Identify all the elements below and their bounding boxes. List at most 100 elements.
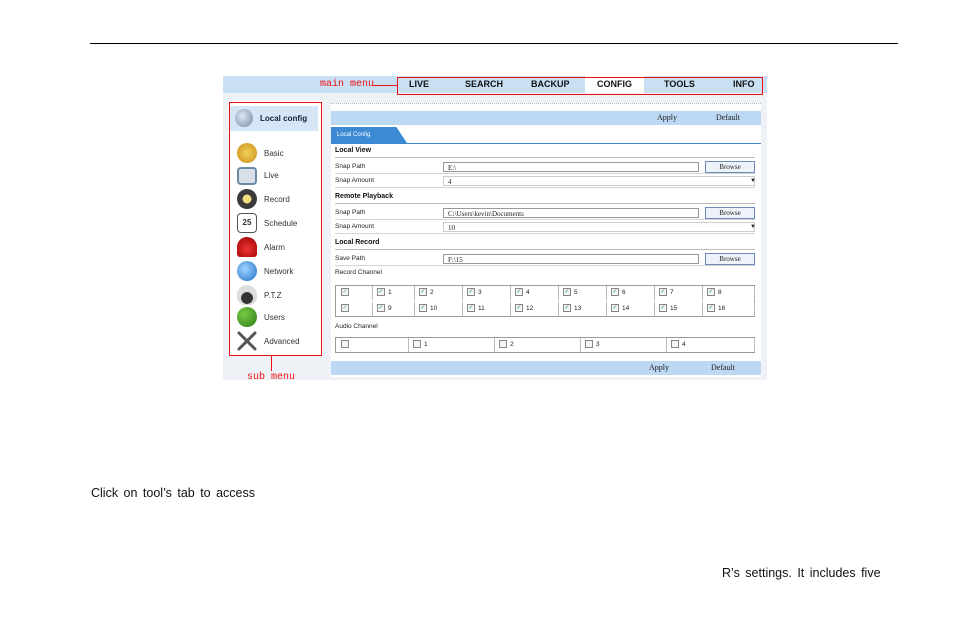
channel-checkbox[interactable] (336, 338, 409, 352)
checkbox-checked-icon[interactable]: ✓ (707, 304, 715, 313)
chevron-down-icon[interactable]: ▼ (750, 175, 756, 187)
checkbox-checked-icon[interactable]: ✓ (659, 288, 667, 297)
bottom-action-bar: Apply Default (331, 361, 761, 375)
browse-button[interactable]: Browse (705, 207, 755, 219)
field-label: Save Path (335, 255, 365, 262)
channel-checkbox[interactable]: ✓ 8 (702, 286, 755, 300)
dvr-config-screenshot: LIVE SEARCH BACKUP CONFIG TOOLS INFO Loc… (223, 76, 767, 380)
channel-label: 1 (424, 341, 428, 348)
save-path-input[interactable]: F:\15 (443, 254, 699, 264)
remote-snap-path-input[interactable]: C:\Users\kevin\Documents (443, 208, 699, 218)
channel-label: 1 (388, 289, 392, 296)
panel-divider (331, 103, 761, 104)
checkbox-checked-icon[interactable]: ✓ (707, 288, 715, 297)
channel-checkbox[interactable]: ✓ (336, 286, 373, 300)
checkbox-checked-icon[interactable]: ✓ (341, 304, 349, 313)
config-panel: Apply Default Local Config Local View Sn… (331, 103, 761, 377)
channel-label: 4 (526, 289, 530, 296)
apply-button[interactable]: Apply (649, 363, 669, 372)
channel-checkbox[interactable]: ✓ 2 (414, 286, 463, 300)
remote-snap-amount-select[interactable]: 10 (443, 222, 755, 232)
sub-menu-callout-line (271, 355, 272, 371)
top-action-bar: Apply Default (331, 111, 761, 125)
channel-checkbox[interactable]: 4 (666, 338, 755, 352)
channel-checkbox[interactable]: ✓ 13 (558, 302, 607, 316)
body-text-line-1: Click on tool’s tab to access (91, 486, 256, 500)
channel-checkbox[interactable]: 2 (494, 338, 581, 352)
main-menu-callout-box (397, 77, 763, 95)
section-local-record: Local Record (335, 237, 755, 250)
channel-checkbox[interactable]: ✓ 14 (606, 302, 655, 316)
checkbox-icon[interactable] (585, 340, 593, 349)
sub-menu-callout-box (229, 102, 322, 356)
channel-checkbox[interactable]: ✓ (336, 302, 373, 316)
checkbox-checked-icon[interactable]: ✓ (341, 288, 349, 297)
checkbox-checked-icon[interactable]: ✓ (611, 304, 619, 313)
checkbox-icon[interactable] (341, 340, 349, 349)
field-label: Snap Amount (335, 223, 375, 230)
channel-label: 4 (682, 341, 686, 348)
channel-checkbox[interactable]: ✓ 7 (654, 286, 703, 300)
channel-label: 3 (478, 289, 482, 296)
checkbox-checked-icon[interactable]: ✓ (467, 304, 475, 313)
local-snap-amount-row: Snap Amount 4 ▼ (335, 175, 756, 188)
record-channel-label: Record Channel (335, 269, 382, 276)
channel-checkbox[interactable]: ✓ 1 (372, 286, 415, 300)
channel-label: 13 (574, 305, 582, 312)
sub-menu-callout-label: sub menu (247, 372, 296, 383)
channel-label: 3 (596, 341, 600, 348)
save-path-row: Save Path F:\15 Browse (335, 253, 755, 266)
checkbox-checked-icon[interactable]: ✓ (659, 304, 667, 313)
checkbox-checked-icon[interactable]: ✓ (515, 304, 523, 313)
checkbox-checked-icon[interactable]: ✓ (419, 304, 427, 313)
body-text-line-2: R’s settings. It includes five (722, 566, 881, 580)
channel-label: 15 (670, 305, 678, 312)
channel-checkbox[interactable]: ✓ 15 (654, 302, 703, 316)
remote-snap-path-row: Snap Path C:\Users\kevin\Documents Brows… (335, 207, 755, 220)
channel-checkbox[interactable]: ✓ 6 (606, 286, 655, 300)
channel-checkbox[interactable]: ✓ 5 (558, 286, 607, 300)
channel-label: 8 (718, 289, 722, 296)
checkbox-checked-icon[interactable]: ✓ (563, 288, 571, 297)
checkbox-checked-icon[interactable]: ✓ (611, 288, 619, 297)
channel-label: 2 (430, 289, 434, 296)
checkbox-icon[interactable] (671, 340, 679, 349)
default-button[interactable]: Default (716, 113, 740, 122)
field-label: Snap Path (335, 163, 366, 170)
checkbox-icon[interactable] (499, 340, 507, 349)
main-menu-callout-line (373, 85, 397, 86)
browse-button[interactable]: Browse (705, 253, 755, 265)
checkbox-checked-icon[interactable]: ✓ (515, 288, 523, 297)
channel-checkbox[interactable]: 1 (408, 338, 495, 352)
chevron-down-icon[interactable]: ▼ (750, 221, 756, 233)
checkbox-checked-icon[interactable]: ✓ (419, 288, 427, 297)
local-snap-amount-select[interactable]: 4 (443, 176, 755, 186)
checkbox-icon[interactable] (413, 340, 421, 349)
browse-button[interactable]: Browse (705, 161, 755, 173)
remote-snap-amount-row: Snap Amount 10 ▼ (335, 221, 756, 234)
channel-checkbox[interactable]: ✓ 9 (372, 302, 415, 316)
checkbox-checked-icon[interactable]: ✓ (377, 304, 385, 313)
channel-checkbox[interactable]: 3 (580, 338, 667, 352)
channel-checkbox[interactable]: ✓ 10 (414, 302, 463, 316)
channel-label: 9 (388, 305, 392, 312)
page-header-rule (90, 43, 898, 44)
channel-checkbox[interactable]: ✓ 16 (702, 302, 755, 316)
default-button[interactable]: Default (711, 363, 735, 372)
checkbox-checked-icon[interactable]: ✓ (563, 304, 571, 313)
local-snap-path-row: Snap Path E:\ Browse (335, 161, 755, 174)
channel-label: 6 (622, 289, 626, 296)
channel-checkbox[interactable]: ✓ 4 (510, 286, 559, 300)
tab-local-config[interactable]: Local Config (331, 127, 407, 143)
section-remote-playback: Remote Playback (335, 191, 755, 204)
field-label: Snap Path (335, 209, 366, 216)
channel-checkbox[interactable]: ✓ 3 (462, 286, 511, 300)
checkbox-checked-icon[interactable]: ✓ (467, 288, 475, 297)
apply-button[interactable]: Apply (657, 113, 677, 122)
checkbox-checked-icon[interactable]: ✓ (377, 288, 385, 297)
channel-label: 11 (478, 305, 485, 312)
channel-checkbox[interactable]: ✓ 12 (510, 302, 559, 316)
local-snap-path-input[interactable]: E:\ (443, 162, 699, 172)
tab-underline (331, 143, 761, 144)
channel-checkbox[interactable]: ✓ 11 (462, 302, 511, 316)
